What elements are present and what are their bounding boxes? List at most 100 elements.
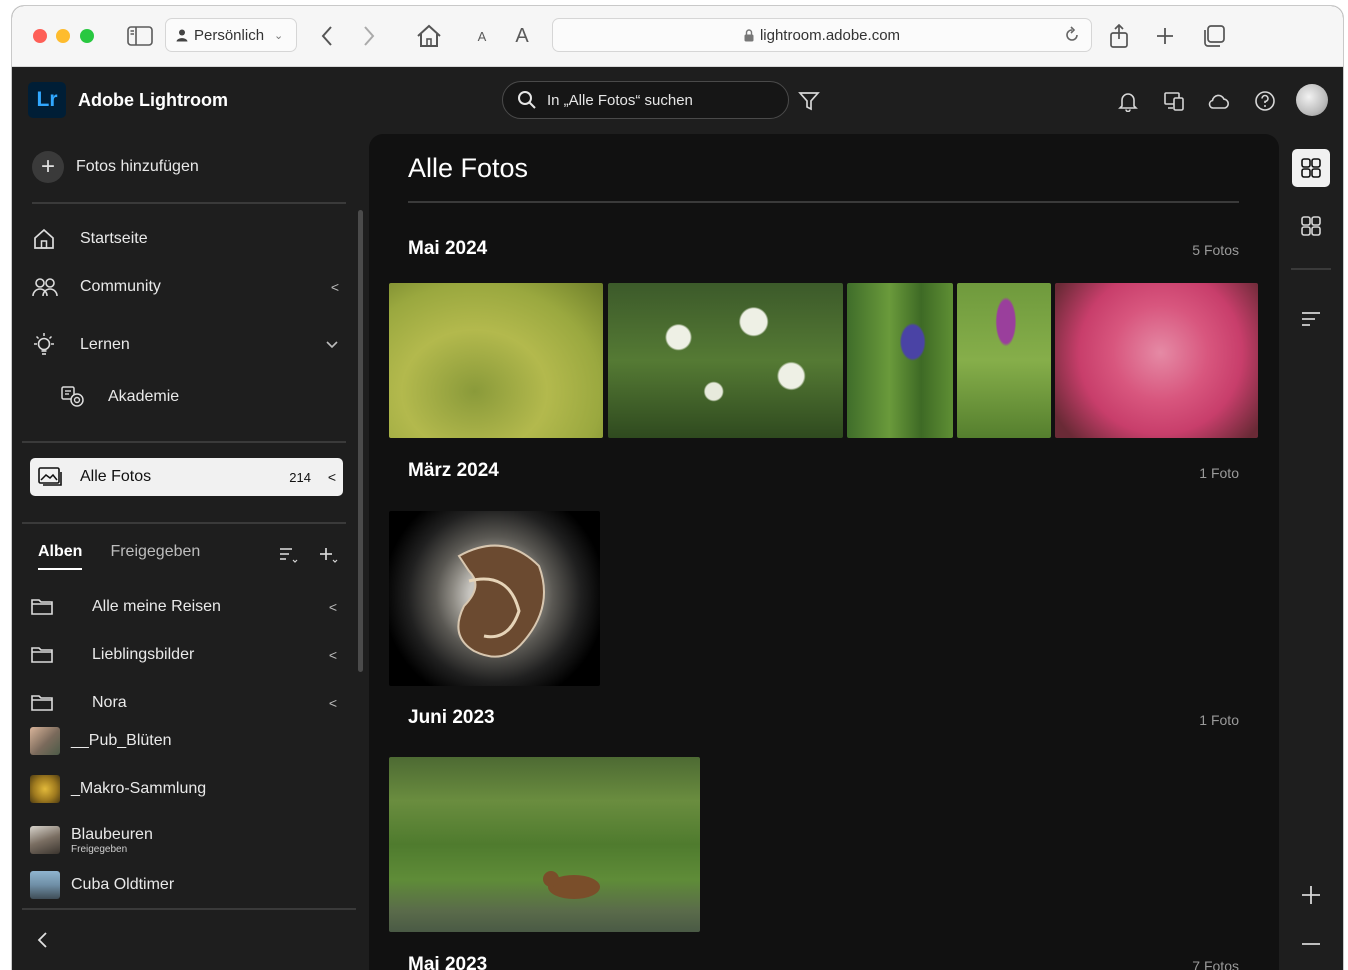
add-photos-label: Fotos hinzufügen [76,158,199,175]
sidebar-item-lernen[interactable]: Lernen [32,328,344,362]
sort-icon[interactable] [278,546,298,564]
group-count: 1 Foto [1199,465,1239,481]
all-photos-label: Alle Fotos [80,468,152,485]
group-title: Mai 2024 [408,238,488,259]
chevron-left-icon[interactable]: < [324,599,342,615]
photo-thumbnail[interactable] [389,757,700,932]
album-label: __Pub_Blüten [71,732,172,749]
close-window-button[interactable] [33,29,47,43]
album-label: Blaubeuren [71,825,153,843]
user-avatar[interactable] [1296,84,1328,116]
photo-thumbnail[interactable] [389,511,600,686]
album-makro-sammlung[interactable]: _Makro-Sammlung [30,772,342,806]
sidebar-item-community[interactable]: Community < [32,270,344,304]
album-label: Alle meine Reisen [92,598,221,615]
photo-content [543,871,600,899]
group-title: Juni 2023 [408,707,495,728]
bell-icon[interactable] [1115,88,1141,114]
tab-alben[interactable]: Alben [38,543,83,570]
devices-icon[interactable] [1161,88,1187,114]
community-icon [32,276,64,298]
folder-icon [30,598,60,616]
zoom-in-button[interactable] [1292,876,1330,914]
app-title: Adobe Lightroom [78,90,228,110]
album-label: _Makro-Sammlung [71,780,207,797]
zoom-out-button[interactable] [1292,925,1330,963]
square-grid-icon [1301,216,1321,236]
group-count: 1 Foto [1199,712,1239,728]
group-title: Mai 2023 [408,954,488,970]
album-blaubeuren[interactable]: Blaubeuren Freigegeben [30,820,342,860]
back-icon[interactable] [315,22,339,50]
profile-name: Persönlich [194,26,265,44]
sort-options-button[interactable] [1292,300,1330,338]
sidebar-toggle-icon[interactable] [126,22,154,50]
collapse-sidebar-icon[interactable] [36,931,48,949]
url-text: lightroom.adobe.com [759,26,901,44]
chevron-down-icon: ⌄ [274,29,284,42]
square-grid-button[interactable] [1292,207,1330,245]
album-shared-badge: Freigegeben [71,843,128,855]
album-thumbnail [30,727,60,755]
text-larger-button[interactable]: A [512,22,532,50]
chevron-left-icon[interactable]: < [324,695,342,711]
sidebar: + Fotos hinzufügen Startseite Community … [12,134,368,970]
photo-thumbnail[interactable] [608,283,843,438]
app-header: Lr Adobe Lightroom In „Alle Fotos“ suche… [12,68,1343,134]
chevron-left-icon[interactable]: < [321,469,343,485]
album-cuba-oldtimer[interactable]: Cuba Oldtimer [30,868,342,902]
home-browser-icon[interactable] [414,22,444,50]
share-icon[interactable] [1107,22,1131,50]
album-label: Cuba Oldtimer [71,876,175,893]
sidebar-item-akademie[interactable]: Akademie [60,380,344,414]
album-pub-blueten[interactable]: __Pub_Blüten [30,724,342,758]
plus-icon: + [32,151,64,183]
album-lieblingsbilder[interactable]: Lieblingsbilder < [30,638,342,672]
folder-icon [30,694,60,712]
browser-window: Persönlich ⌄ A A lightroom.adobe.com Lr … [12,6,1343,970]
add-photos-button[interactable]: + Fotos hinzufügen [32,151,199,183]
sidebar-item-all-photos[interactable]: Alle Fotos 214 < [30,458,343,496]
photo-thumbnail[interactable] [957,283,1051,438]
profile-selector[interactable]: Persönlich ⌄ [165,18,297,52]
text-smaller-button[interactable]: A [472,22,492,50]
address-bar[interactable]: lightroom.adobe.com [552,18,1092,52]
photo-thumbnail[interactable] [389,283,603,438]
person-icon [176,29,188,42]
search-icon [517,90,537,110]
photo-thumbnail[interactable] [1055,283,1258,438]
filter-icon[interactable] [796,88,822,114]
zoom-window-button[interactable] [80,29,94,43]
add-album-icon[interactable] [318,546,338,564]
browser-toolbar: Persönlich ⌄ A A lightroom.adobe.com [12,6,1343,67]
chevron-left-icon[interactable]: < [324,647,342,663]
search-input[interactable]: In „Alle Fotos“ suchen [502,81,789,119]
grid-view-button[interactable] [1292,149,1330,187]
album-thumbnail [30,826,60,854]
tab-freigegeben[interactable]: Freigegeben [110,543,200,570]
reload-icon[interactable] [1063,25,1081,45]
sidebar-divider [22,908,356,910]
forward-icon[interactable] [357,22,381,50]
chevron-down-icon[interactable] [326,341,344,349]
chevron-left-icon[interactable]: < [326,279,344,295]
sidebar-item-startseite[interactable]: Startseite [32,222,344,256]
page-title: Alle Fotos [408,153,529,183]
lock-icon [744,28,754,42]
album-nora[interactable]: Nora < [30,686,342,720]
minimize-window-button[interactable] [56,29,70,43]
home-icon [32,228,64,250]
album-label: Nora [92,694,127,711]
lightbulb-icon [32,332,64,358]
help-icon[interactable] [1252,88,1278,114]
grid-view-icon [1301,158,1321,178]
sidebar-scrollbar[interactable] [358,210,363,672]
new-tab-icon[interactable] [1153,22,1177,50]
album-alle-meine-reisen[interactable]: Alle meine Reisen < [30,590,342,624]
album-text: Blaubeuren Freigegeben [71,826,153,855]
sidebar-divider [32,202,346,204]
photo-thumbnail[interactable] [847,283,953,438]
cloud-icon[interactable] [1206,88,1232,114]
tab-overview-icon[interactable] [1201,22,1227,50]
sidebar-item-label: Lernen [80,336,130,353]
